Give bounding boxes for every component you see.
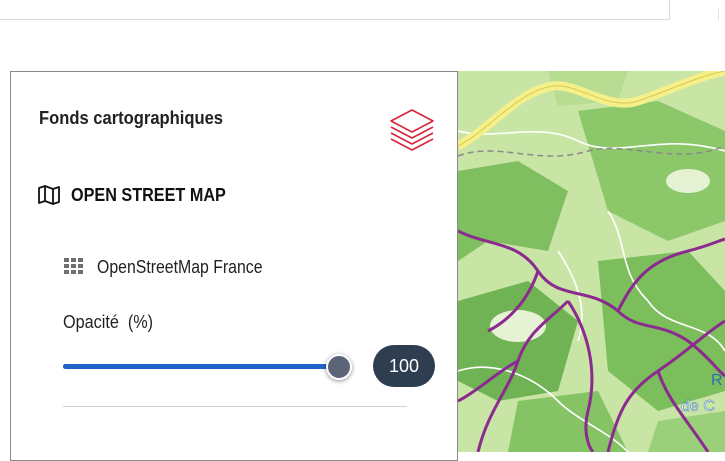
layers-stack-icon[interactable]: [383, 104, 441, 156]
divider: [63, 406, 407, 407]
layer-openstreetmap-france[interactable]: OpenStreetMap France: [63, 252, 285, 282]
opacity-slider[interactable]: [63, 354, 352, 380]
opacity-value-badge: 100: [373, 345, 435, 387]
map-label-de-c: de C: [681, 398, 715, 415]
map-view[interactable]: R de C: [458, 71, 725, 452]
map-canvas[interactable]: R de C: [458, 71, 725, 452]
slider-fill: [63, 364, 347, 369]
group-open-street-map[interactable]: OPEN STREET MAP: [37, 180, 243, 210]
top-divider: [718, 8, 719, 20]
map-folded-icon: [38, 185, 60, 205]
slider-thumb[interactable]: [326, 354, 352, 380]
map-label-r: R: [711, 372, 723, 389]
group-label: OPEN STREET MAP: [71, 184, 226, 205]
grid-icon: [64, 258, 83, 274]
opacity-label: Opacité (%): [63, 312, 154, 332]
basemap-panel: Fonds cartographiques OPEN STREET MAP Op…: [10, 71, 458, 461]
panel-title: Fonds cartographiques: [39, 108, 224, 128]
top-search-bar[interactable]: [0, 0, 670, 20]
layer-label: OpenStreetMap France: [97, 256, 263, 277]
